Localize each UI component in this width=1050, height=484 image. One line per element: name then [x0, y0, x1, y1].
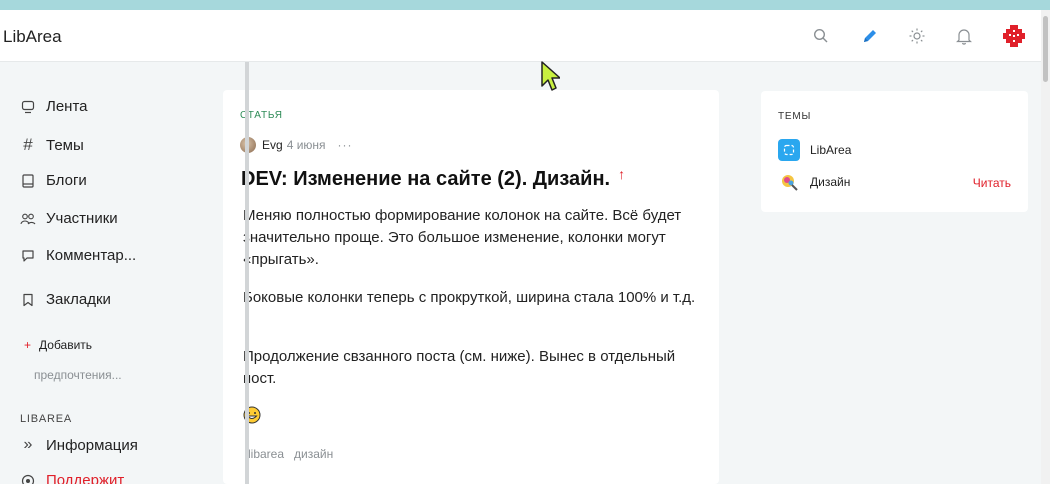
- left-sidebar: Лента # Темы Блоги Участники Комментар..…: [0, 62, 220, 484]
- sidebar-preferences-link[interactable]: предпочтения...: [34, 368, 122, 382]
- post-tag[interactable]: libarea: [248, 447, 284, 461]
- post-paragraph: Меняю полностью формирование колонок на …: [243, 207, 682, 268]
- sidebar-item-comments[interactable]: Комментар...: [18, 247, 136, 264]
- sidebar-add-label: Добавить: [39, 338, 93, 352]
- sidebar-item-label: Информация: [46, 436, 138, 454]
- double-chevron-icon: »: [23, 436, 33, 453]
- post-title[interactable]: DEV: Изменение на сайте (2). Дизайн. ↑: [241, 166, 625, 191]
- post-author[interactable]: Evg: [262, 138, 283, 152]
- sidebar-item-label: Закладки: [46, 291, 111, 308]
- sidebar-item-label: Блоги: [46, 172, 87, 189]
- avatar[interactable]: [1001, 23, 1027, 49]
- post-tag[interactable]: дизайн: [294, 447, 333, 461]
- sun-icon[interactable]: [904, 23, 930, 49]
- pencil-icon[interactable]: [857, 23, 883, 49]
- bookmark-icon: [18, 293, 38, 307]
- column-divider: [245, 62, 249, 484]
- sidebar-item-info[interactable]: » Информация: [18, 436, 138, 454]
- sidebar-item-feed[interactable]: Лента: [18, 98, 88, 115]
- post-card: СТАТЬЯ Evg 4 июня ··· DEV: Изменение на …: [223, 90, 719, 484]
- topic-item-design[interactable]: Дизайн: [778, 171, 850, 193]
- sidebar-item-blogs[interactable]: Блоги: [18, 172, 87, 189]
- topic-label[interactable]: Дизайн: [810, 175, 850, 189]
- sidebar-item-topics[interactable]: # Темы: [18, 135, 84, 155]
- more-options-icon[interactable]: ···: [338, 138, 353, 152]
- post-tags: libarea дизайн: [248, 447, 333, 461]
- design-topic-icon: [778, 171, 800, 193]
- comment-icon: [18, 249, 38, 263]
- read-button[interactable]: Читать: [973, 176, 1011, 190]
- sidebar-item-label: Участники: [46, 210, 118, 227]
- post-date: 4 июня: [286, 138, 326, 152]
- mouse-cursor-icon: [541, 61, 560, 91]
- topics-title: ТЕМЫ: [778, 111, 812, 122]
- sidebar-item-label: Комментар...: [46, 247, 137, 264]
- sidebar-item-bookmarks[interactable]: Закладки: [18, 291, 111, 308]
- search-icon[interactable]: [808, 23, 834, 49]
- hash-icon: #: [23, 135, 33, 154]
- bell-icon[interactable]: [951, 23, 977, 49]
- vote-up-icon[interactable]: ↑: [618, 166, 625, 182]
- sidebar-item-label: Лента: [46, 98, 88, 115]
- sidebar-item-members[interactable]: Участники: [18, 210, 118, 227]
- feed-icon: [18, 100, 38, 114]
- sidebar-item-label: Темы: [46, 136, 84, 154]
- scrollbar-thumb[interactable]: [1043, 16, 1048, 82]
- blog-icon: [18, 173, 38, 188]
- post-paragraph: Боковые колонки теперь с прокруткой, шир…: [243, 289, 696, 306]
- top-accent-strip: [0, 0, 1050, 10]
- libarea-topic-icon: [778, 139, 800, 161]
- topics-card: ТЕМЫ LibArea Дизайн Читать: [761, 91, 1028, 212]
- users-icon: [18, 213, 38, 225]
- post-meta: Evg 4 июня ···: [240, 137, 353, 153]
- post-title-text[interactable]: DEV: Изменение на сайте (2). Дизайн.: [241, 168, 610, 191]
- support-icon: [18, 474, 38, 484]
- top-header: LibArea: [0, 10, 1050, 62]
- post-paragraph: Продолжение свзанного поста (см. ниже). …: [243, 348, 676, 387]
- sidebar-item-label: Поддержит: [46, 472, 125, 484]
- topic-item-libarea[interactable]: LibArea: [778, 139, 851, 161]
- sidebar-item-support[interactable]: Поддержит: [18, 472, 124, 484]
- sidebar-add-button[interactable]: + Добавить: [24, 338, 92, 352]
- page-scrollbar[interactable]: [1041, 10, 1050, 484]
- plus-icon: +: [24, 338, 32, 352]
- topic-label[interactable]: LibArea: [810, 143, 851, 157]
- sidebar-section-title: LIBAREA: [20, 413, 73, 425]
